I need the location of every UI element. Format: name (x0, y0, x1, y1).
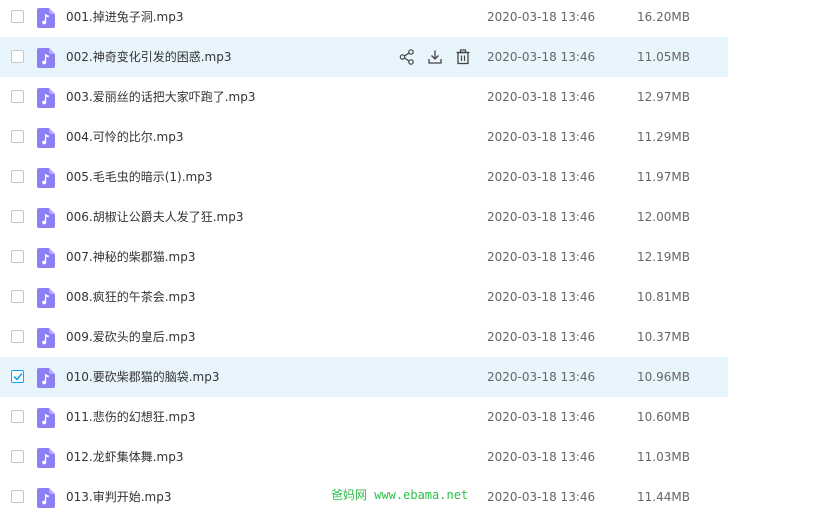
audio-file-icon (37, 488, 55, 508)
file-size: 11.29MB (637, 130, 690, 144)
file-row[interactable]: 003.爱丽丝的话把大家吓跑了.mp3 2020-03-18 13:46 12.… (0, 77, 728, 117)
file-name[interactable]: 007.神秘的柴郡猫.mp3 (66, 249, 195, 265)
file-row[interactable]: 009.爱砍头的皇后.mp3 2020-03-18 13:46 10.37MB (0, 317, 728, 357)
audio-file-icon (37, 328, 55, 348)
file-modified-date: 2020-03-18 13:46 (487, 90, 596, 104)
file-name[interactable]: 003.爱丽丝的话把大家吓跑了.mp3 (66, 89, 255, 105)
file-modified-date: 2020-03-18 13:46 (487, 490, 596, 504)
file-size: 11.03MB (637, 450, 690, 464)
file-name[interactable]: 011.悲伤的幻想狂.mp3 (66, 409, 195, 425)
row-checkbox[interactable] (11, 490, 24, 503)
file-modified-date: 2020-03-18 13:46 (487, 210, 596, 224)
audio-file-icon (37, 288, 55, 308)
file-size: 10.37MB (637, 330, 690, 344)
row-checkbox[interactable] (11, 450, 24, 463)
row-checkbox[interactable] (11, 210, 24, 223)
file-modified-date: 2020-03-18 13:46 (487, 50, 596, 64)
file-size: 11.97MB (637, 170, 690, 184)
file-name[interactable]: 009.爱砍头的皇后.mp3 (66, 329, 195, 345)
audio-file-icon (37, 48, 55, 68)
row-checkbox[interactable] (11, 130, 24, 143)
file-size: 10.60MB (637, 410, 690, 424)
audio-file-icon (37, 168, 55, 188)
row-checkbox[interactable] (11, 90, 24, 103)
row-checkbox[interactable] (11, 290, 24, 303)
file-name[interactable]: 010.要砍柴郡猫的脑袋.mp3 (66, 369, 219, 385)
file-row[interactable]: 002.神奇变化引发的困惑.mp3 2020-03-18 13:46 11.05… (0, 37, 728, 77)
file-size: 12.97MB (637, 90, 690, 104)
file-size: 11.44MB (637, 490, 690, 504)
row-checkbox[interactable] (11, 170, 24, 183)
file-name[interactable]: 002.神奇变化引发的困惑.mp3 (66, 49, 231, 65)
row-checkbox[interactable] (11, 370, 24, 383)
file-row[interactable]: 007.神秘的柴郡猫.mp3 2020-03-18 13:46 12.19MB (0, 237, 728, 277)
audio-file-icon (37, 88, 55, 108)
file-modified-date: 2020-03-18 13:46 (487, 330, 596, 344)
download-icon[interactable] (426, 48, 444, 66)
audio-file-icon (37, 408, 55, 428)
file-modified-date: 2020-03-18 13:46 (487, 370, 596, 384)
file-size: 12.00MB (637, 210, 690, 224)
audio-file-icon (37, 208, 55, 228)
file-row[interactable]: 011.悲伤的幻想狂.mp3 2020-03-18 13:46 10.60MB (0, 397, 728, 437)
row-checkbox[interactable] (11, 50, 24, 63)
file-row[interactable]: 008.疯狂的午茶会.mp3 2020-03-18 13:46 10.81MB (0, 277, 728, 317)
row-checkbox[interactable] (11, 10, 24, 23)
file-modified-date: 2020-03-18 13:46 (487, 410, 596, 424)
audio-file-icon (37, 368, 55, 388)
watermark-text: 爸妈网 www.ebama.net (331, 488, 469, 502)
file-modified-date: 2020-03-18 13:46 (487, 130, 596, 144)
file-size: 10.81MB (637, 290, 690, 304)
file-size: 12.19MB (637, 250, 690, 264)
row-checkbox[interactable] (11, 410, 24, 423)
file-modified-date: 2020-03-18 13:46 (487, 290, 596, 304)
file-name[interactable]: 005.毛毛虫的暗示(1).mp3 (66, 169, 212, 185)
audio-file-icon (37, 248, 55, 268)
file-name[interactable]: 013.审判开始.mp3 (66, 489, 171, 505)
file-row[interactable]: 004.可怜的比尔.mp3 2020-03-18 13:46 11.29MB (0, 117, 728, 157)
file-modified-date: 2020-03-18 13:46 (487, 170, 596, 184)
audio-file-icon (37, 8, 55, 28)
file-modified-date: 2020-03-18 13:46 (487, 250, 596, 264)
row-checkbox[interactable] (11, 250, 24, 263)
file-row[interactable]: 006.胡椒让公爵夫人发了狂.mp3 2020-03-18 13:46 12.0… (0, 197, 728, 237)
file-name[interactable]: 012.龙虾集体舞.mp3 (66, 449, 183, 465)
file-name[interactable]: 006.胡椒让公爵夫人发了狂.mp3 (66, 209, 243, 225)
file-name[interactable]: 008.疯狂的午茶会.mp3 (66, 289, 195, 305)
file-modified-date: 2020-03-18 13:46 (487, 10, 596, 24)
file-name[interactable]: 004.可怜的比尔.mp3 (66, 129, 183, 145)
file-row[interactable]: 001.掉进兔子洞.mp3 2020-03-18 13:46 16.20MB (0, 0, 728, 37)
trash-icon[interactable] (454, 48, 472, 66)
audio-file-icon (37, 128, 55, 148)
file-size: 16.20MB (637, 10, 690, 24)
file-size: 11.05MB (637, 50, 690, 64)
file-row[interactable]: 012.龙虾集体舞.mp3 2020-03-18 13:46 11.03MB (0, 437, 728, 477)
check-icon (13, 373, 23, 381)
audio-file-icon (37, 448, 55, 468)
row-checkbox[interactable] (11, 330, 24, 343)
file-row[interactable]: 005.毛毛虫的暗示(1).mp3 2020-03-18 13:46 11.97… (0, 157, 728, 197)
share-icon[interactable] (398, 48, 416, 66)
file-size: 10.96MB (637, 370, 690, 384)
file-modified-date: 2020-03-18 13:46 (487, 450, 596, 464)
file-name[interactable]: 001.掉进兔子洞.mp3 (66, 9, 183, 25)
file-list: 001.掉进兔子洞.mp3 2020-03-18 13:46 16.20MB 0… (0, 0, 728, 517)
file-row[interactable]: 010.要砍柴郡猫的脑袋.mp3 2020-03-18 13:46 10.96M… (0, 357, 728, 397)
